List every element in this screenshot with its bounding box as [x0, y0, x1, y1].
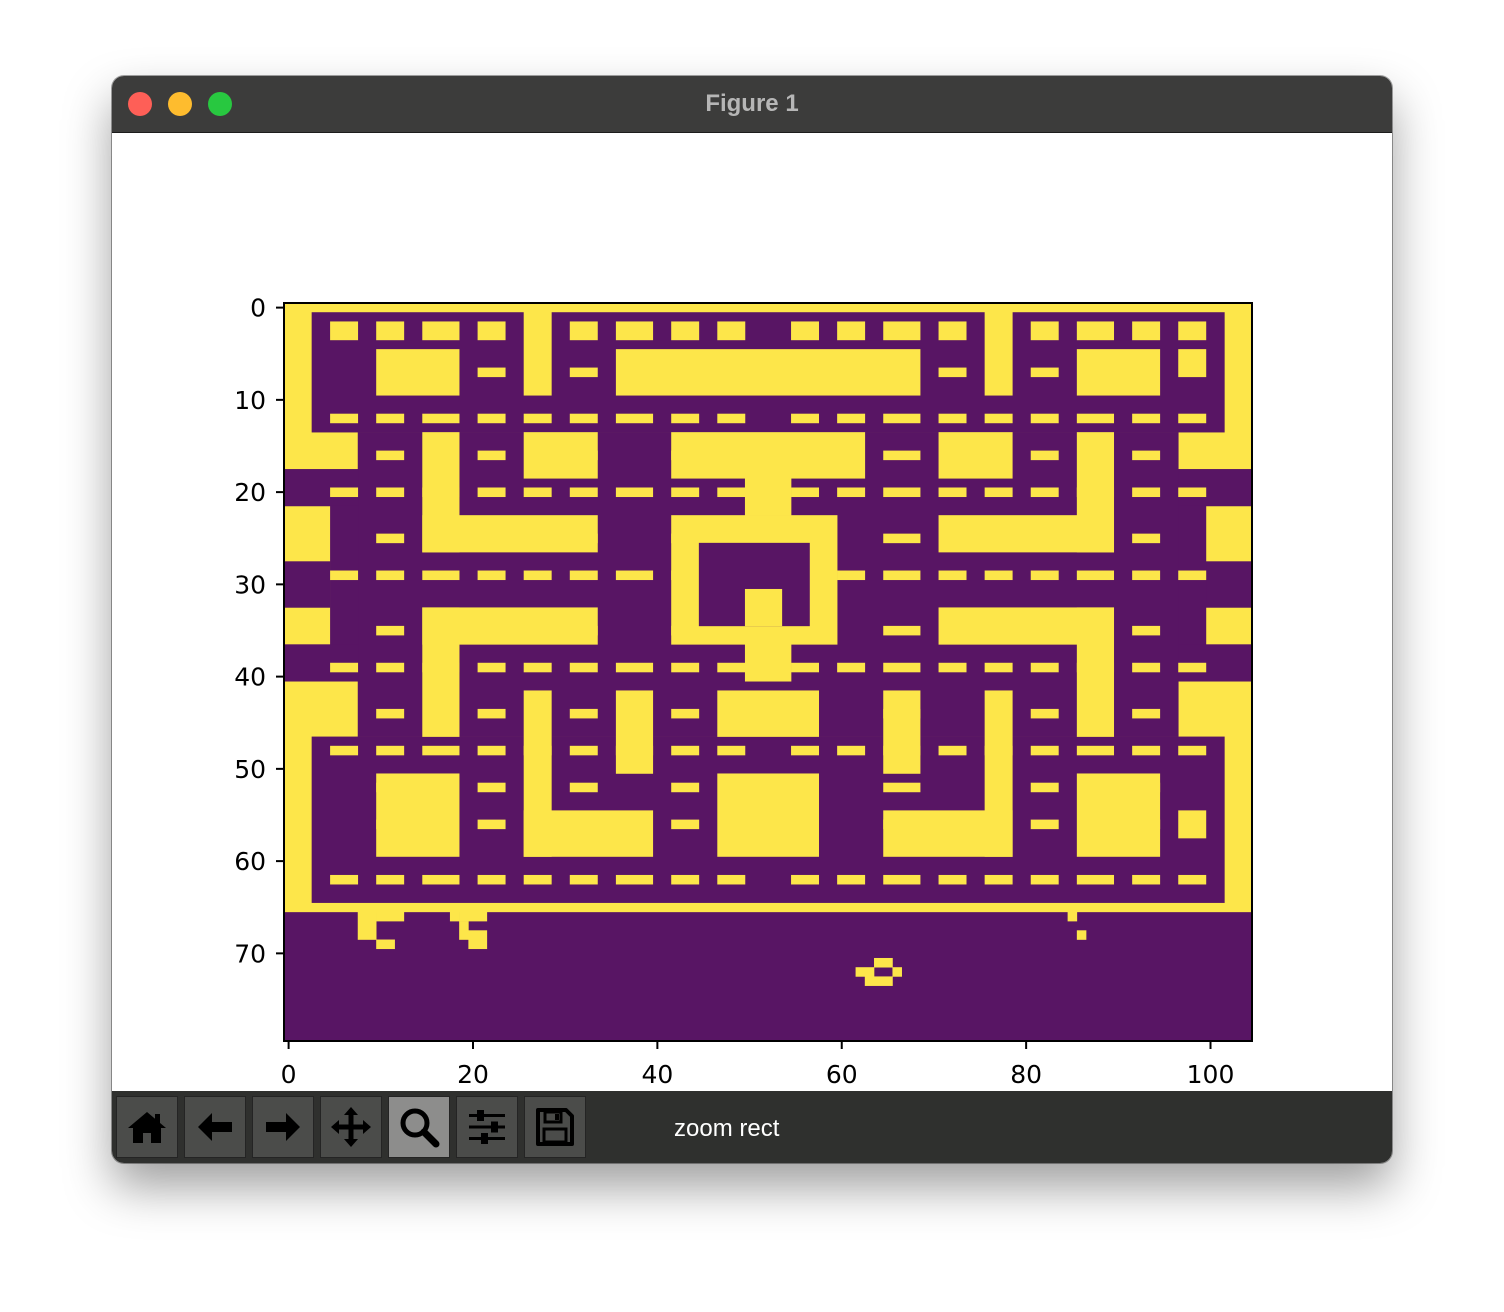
save-floppy-icon [536, 1108, 574, 1146]
toolbar-status-message: zoom rect [674, 1115, 780, 1142]
x-tick-label: 60 [826, 1060, 858, 1089]
x-tick-label: 20 [457, 1060, 489, 1089]
configure-subplots-icon [469, 1110, 505, 1144]
y-tick-label: 10 [234, 386, 266, 415]
x-tick-label: 80 [1010, 1060, 1042, 1089]
window-title: Figure 1 [705, 90, 799, 117]
y-tick-label: 20 [234, 478, 266, 507]
y-tick-label: 50 [234, 755, 266, 784]
forward-button[interactable] [252, 1096, 314, 1158]
figure-window: Figure 1 0 20 40 60 80 100 0 10 20 30 40 50 60 70 [112, 76, 1392, 1163]
y-tick-label: 60 [234, 847, 266, 876]
x-tick-label: 40 [641, 1060, 673, 1089]
heatmap-image [284, 303, 1253, 1042]
configure-subplots-button[interactable] [456, 1096, 518, 1158]
back-arrow-icon [198, 1113, 232, 1141]
save-button[interactable] [524, 1096, 586, 1158]
title-bar[interactable]: Figure 1 [112, 76, 1392, 133]
y-tick-label: 0 [250, 294, 266, 323]
home-button[interactable] [116, 1096, 178, 1158]
zoom-magnifier-icon [400, 1108, 440, 1148]
navigation-toolbar: zoom rect [112, 1091, 1392, 1163]
forward-arrow-icon [266, 1113, 300, 1141]
pan-move-icon [331, 1107, 371, 1147]
zoom-button[interactable] [388, 1096, 450, 1158]
x-tick-label: 100 [1187, 1060, 1235, 1089]
pan-button[interactable] [320, 1096, 382, 1158]
back-button[interactable] [184, 1096, 246, 1158]
y-tick-label: 40 [234, 663, 266, 692]
image-plot[interactable]: 0 20 40 60 80 100 0 10 20 30 40 50 60 70 [112, 133, 1392, 1091]
y-tick-label: 30 [234, 570, 266, 599]
figure-canvas[interactable]: 0 20 40 60 80 100 0 10 20 30 40 50 60 70 [112, 133, 1392, 1091]
y-tick-label: 70 [234, 939, 266, 968]
x-tick-label: 0 [281, 1060, 297, 1089]
home-icon [128, 1112, 166, 1143]
